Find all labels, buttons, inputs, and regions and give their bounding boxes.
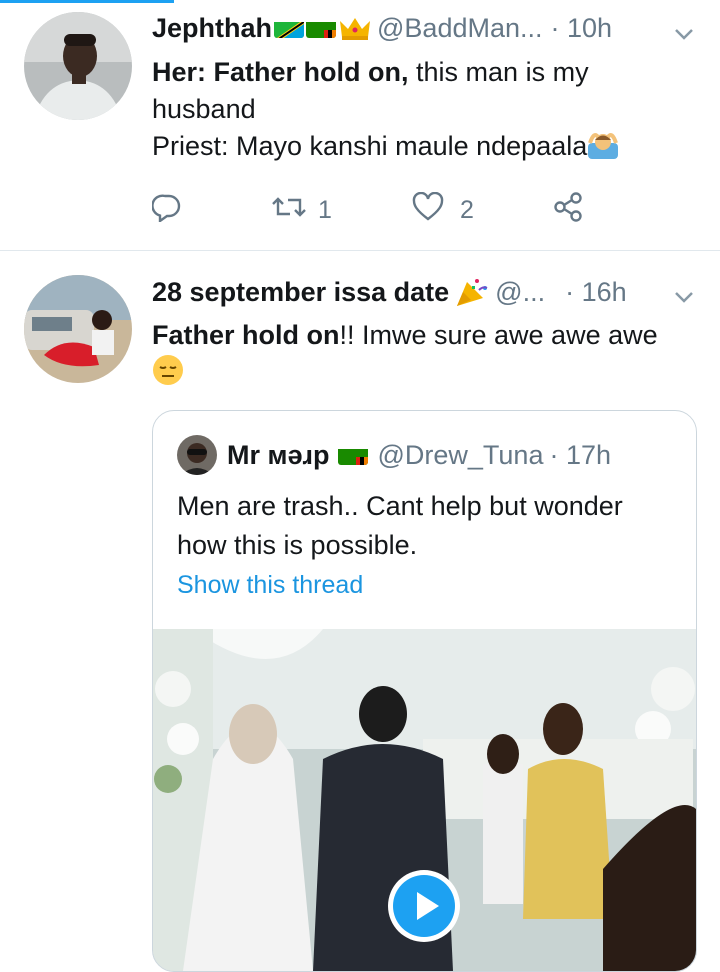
bold-phrase: Father hold on (152, 320, 340, 350)
speaker-label: Her: (152, 57, 207, 87)
tweet-text: Father hold on!! Imwe sure awe awe awe (152, 317, 697, 392)
quoted-text: Men are trash.. Cant help but wonder how… (177, 491, 623, 560)
handle[interactable]: @BaddMan... (377, 13, 543, 44)
retweet-icon (272, 192, 306, 229)
party-popper-icon (455, 276, 489, 308)
zambia-flag-icon (337, 445, 368, 465)
quoted-header: Mr мәɹp @Drew_Tuna · 17h (177, 435, 611, 475)
tweet-actions: 1 2 (151, 190, 584, 230)
tweet-text: Her: Father hold on, this man is my husb… (152, 54, 672, 165)
play-button[interactable] (388, 870, 460, 942)
tweet-1[interactable]: Jephthah @BaddMan... · 10h Her: Father h… (0, 0, 720, 250)
expressionless-face-emoji-icon (152, 354, 184, 386)
share-icon (552, 191, 584, 230)
zambia-flag-icon (306, 18, 337, 38)
show-thread-link[interactable]: Show this thread (177, 571, 363, 600)
bold-phrase: Father hold on, (213, 57, 409, 87)
man-gesturing-ok-emoji-icon (588, 129, 619, 159)
tweet-header: 28 september issa date @... · 16h (152, 274, 627, 310)
text-rest: !! Imwe sure awe awe awe (339, 320, 658, 350)
like-button[interactable]: 2 (412, 191, 552, 229)
handle[interactable]: @Drew_Tuna (378, 440, 544, 471)
avatar[interactable] (24, 275, 132, 383)
timestamp[interactable]: · 10h (551, 13, 613, 44)
timestamp[interactable]: · 16h (565, 277, 627, 308)
tweet-header: Jephthah @BaddMan... · 10h (152, 10, 612, 46)
heart-icon (412, 191, 444, 229)
quoted-tweet[interactable]: Mr мәɹp @Drew_Tuna · 17h Men are trash..… (152, 410, 697, 972)
share-button[interactable] (552, 191, 584, 230)
display-name[interactable]: Mr мәɹp (227, 440, 330, 471)
play-icon (393, 875, 455, 937)
reply-button[interactable] (151, 192, 272, 229)
tweet-2[interactable]: 28 september issa date @... · 16h Father… (0, 251, 720, 972)
handle[interactable]: @... (495, 277, 545, 308)
reply-icon (151, 192, 182, 229)
display-name[interactable]: 28 september issa date (152, 277, 449, 308)
timestamp[interactable]: · 17h (549, 440, 611, 471)
chevron-down-icon[interactable] (672, 285, 696, 309)
priest-line: Priest: Mayo kanshi maule ndepaala (152, 131, 588, 161)
avatar[interactable] (24, 12, 132, 120)
tanzania-flag-icon (274, 18, 305, 38)
video-thumbnail[interactable] (153, 629, 696, 971)
crown-icon (339, 15, 371, 41)
avatar[interactable] (177, 435, 217, 475)
retweet-count: 1 (318, 195, 332, 224)
retweet-button[interactable]: 1 (272, 192, 412, 229)
like-count: 2 (460, 195, 474, 224)
chevron-down-icon[interactable] (672, 22, 696, 46)
display-name[interactable]: Jephthah (152, 13, 272, 44)
